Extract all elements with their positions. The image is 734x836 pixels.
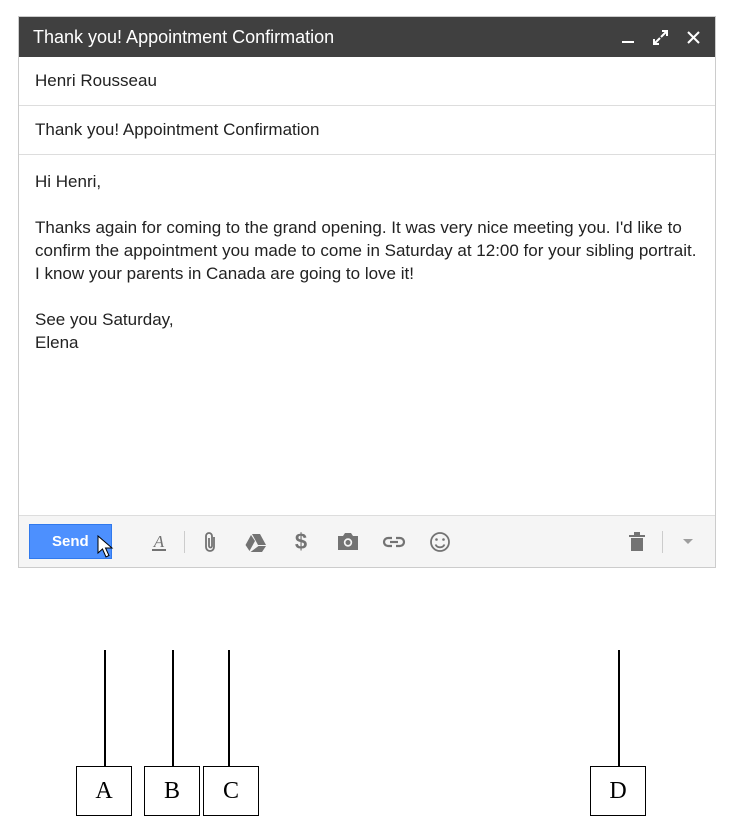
mouse-cursor-icon [97,535,115,563]
insert-photo-icon[interactable] [331,525,365,559]
formatting-icon[interactable]: A [142,525,176,559]
expand-icon[interactable] [653,30,668,45]
to-field[interactable]: Henri Rousseau [19,57,715,106]
compose-toolbar: Send A [19,515,715,567]
annotation-label-a: A [76,766,132,816]
window-controls [621,30,701,45]
annotation-label-c: C [203,766,259,816]
attach-file-icon[interactable] [193,525,227,559]
annotation-line [172,650,174,766]
compose-window: Thank you! Appointment Confirmation Henr… [18,16,716,568]
insert-link-icon[interactable] [377,525,411,559]
svg-text:$: $ [295,530,307,554]
message-body[interactable]: Hi Henri, Thanks again for coming to the… [19,155,715,515]
annotation-label-b: B [144,766,200,816]
toolbar-divider [184,531,185,553]
subject-field[interactable]: Thank you! Appointment Confirmation [19,106,715,155]
send-button-label: Send [52,533,89,550]
emoji-icon[interactable] [423,525,457,559]
close-icon[interactable] [686,30,701,45]
send-button[interactable]: Send [29,524,112,559]
more-options-icon[interactable] [671,525,705,559]
svg-text:A: A [152,532,164,551]
window-title: Thank you! Appointment Confirmation [33,27,621,48]
money-icon[interactable]: $ [285,525,319,559]
drive-icon[interactable] [239,525,273,559]
annotation-line [228,650,230,766]
annotation-line [618,650,620,766]
titlebar: Thank you! Appointment Confirmation [19,17,715,57]
toolbar-divider [662,531,663,553]
minimize-icon[interactable] [621,30,635,44]
discard-draft-icon[interactable] [620,525,654,559]
annotation-line [104,650,106,766]
annotation-label-d: D [590,766,646,816]
